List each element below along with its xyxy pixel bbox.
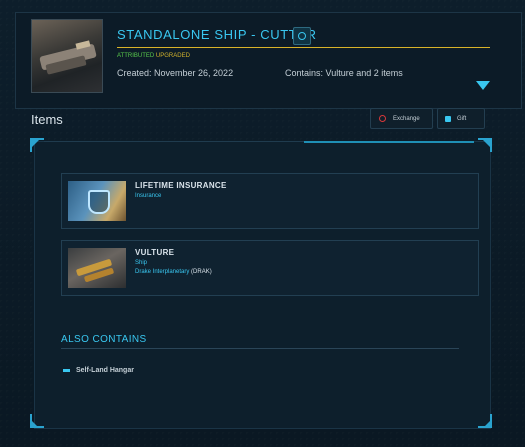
ship-thumbnail — [31, 19, 103, 93]
items-heading: Items — [31, 112, 63, 127]
vulture-ship-thumbnail — [68, 248, 126, 288]
panel-top-accent — [304, 141, 474, 143]
pledge-title: STANDALONE SHIP - CUTTER — [117, 27, 317, 42]
attributed-badge: ATTRIBUTED — [117, 53, 155, 59]
also-contains-item-label: Self-Land Hangar — [76, 367, 134, 374]
item-card-insurance[interactable]: LIFETIME INSURANCE Insurance — [61, 173, 479, 229]
also-contains-heading: ALSO CONTAINS — [61, 334, 147, 345]
corner-marker — [483, 140, 490, 147]
status-tags: ATTRIBUTED UPGRADED — [117, 53, 190, 59]
corner-marker — [32, 140, 39, 147]
gift-button[interactable]: Gift — [437, 108, 485, 129]
exchange-icon — [379, 115, 386, 122]
bullet-icon — [63, 369, 70, 372]
corner-marker — [483, 421, 490, 428]
item-manufacturer: Drake Interplanetary (DRAK) — [135, 269, 212, 275]
item-card-vulture[interactable]: VULTURE Ship Drake Interplanetary (DRAK) — [61, 240, 479, 296]
contains-summary: Contains: Vulture and 2 items — [285, 68, 403, 78]
created-date: Created: November 26, 2022 — [117, 68, 234, 78]
also-contains-divider — [61, 348, 459, 349]
corner-marker — [32, 421, 39, 428]
panel-top-line — [44, 141, 306, 142]
gift-label: Gift — [457, 115, 467, 122]
manufacturer-name[interactable]: Drake Interplanetary — [135, 269, 189, 275]
item-name: LIFETIME INSURANCE — [135, 181, 227, 190]
item-type: Ship — [135, 260, 148, 266]
gift-icon — [445, 115, 451, 122]
insurance-shield-icon — [68, 181, 126, 221]
also-contains-item: Self-Land Hangar — [63, 367, 134, 374]
upgraded-badge: UPGRADED — [155, 53, 190, 59]
title-divider — [117, 47, 490, 48]
pledge-icon[interactable] — [293, 27, 311, 45]
exchange-button[interactable]: Exchange — [370, 108, 433, 129]
exchange-label: Exchange — [393, 115, 420, 122]
manufacturer-code: (DRAK) — [191, 269, 212, 275]
item-name: VULTURE — [135, 248, 175, 257]
item-type: Insurance — [135, 193, 162, 199]
collapse-arrow-icon[interactable] — [476, 81, 490, 90]
